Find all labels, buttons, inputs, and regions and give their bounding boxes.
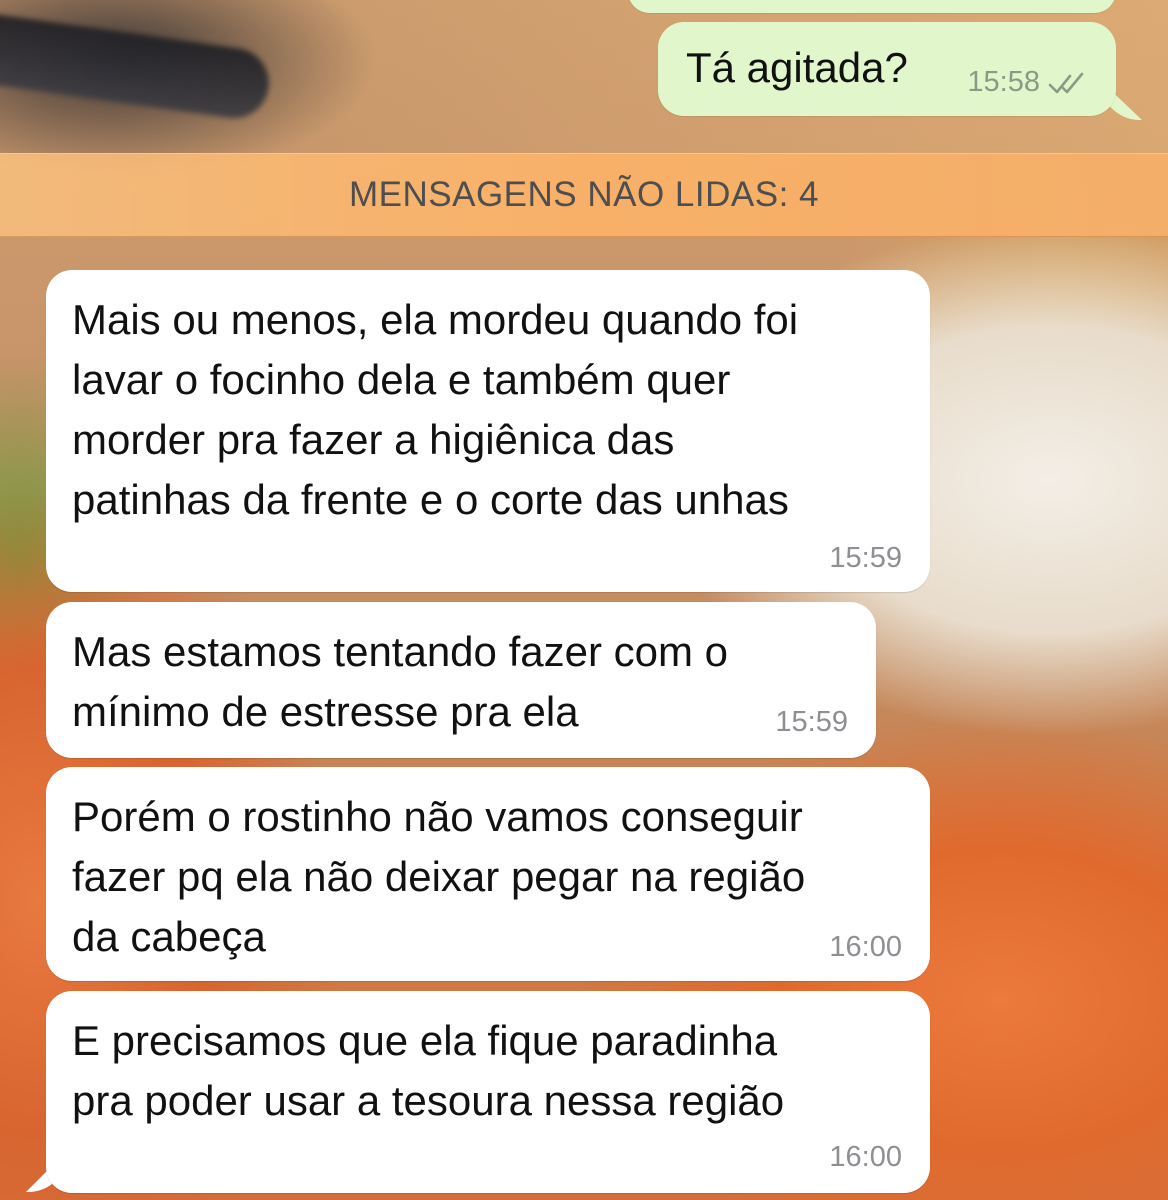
message-text: E precisamos que ela fique paradinha pra…	[72, 1011, 784, 1131]
message-meta: 15:58	[967, 66, 1088, 99]
message-line: Mais ou menos, ela mordeu quando foi	[72, 296, 799, 343]
incoming-message[interactable]: Mais ou menos, ela mordeu quando foi lav…	[46, 270, 930, 592]
unread-messages-banner: MENSAGENS NÃO LIDAS: 4	[0, 153, 1168, 237]
message-line: fazer pq ela não deixar pegar na região	[72, 853, 806, 900]
incoming-message[interactable]: Mas estamos tentando fazer com o mínimo …	[46, 602, 876, 758]
unread-messages-label: MENSAGENS NÃO LIDAS: 4	[348, 175, 820, 214]
message-line: pra poder usar a tesoura nessa região	[72, 1077, 785, 1124]
message-time: 15:59	[775, 706, 848, 738]
double-check-icon	[1048, 72, 1084, 93]
message-text: Mas estamos tentando fazer com o mínimo …	[72, 622, 728, 742]
outgoing-message[interactable]: Tá agitada? 15:58	[658, 22, 1116, 116]
message-line: morder pra fazer a higiênica das	[72, 416, 675, 463]
message-line: Porém o rostinho não vamos conseguir	[72, 793, 803, 840]
message-text: Porém o rostinho não vamos conseguir faz…	[72, 787, 805, 967]
message-line: lavar o focinho dela e também quer	[72, 356, 731, 403]
incoming-message[interactable]: Porém o rostinho não vamos conseguir faz…	[46, 767, 930, 981]
message-line: mínimo de estresse pra ela	[72, 688, 579, 735]
incoming-message[interactable]: E precisamos que ela fique paradinha pra…	[46, 991, 930, 1193]
message-time: 15:59	[829, 542, 902, 574]
message-time: 16:00	[829, 931, 902, 963]
message-text: Tá agitada?	[686, 44, 908, 91]
message-line: Mas estamos tentando fazer com o	[72, 628, 728, 675]
message-line: E precisamos que ela fique paradinha	[72, 1017, 778, 1064]
message-line: da cabeça	[72, 913, 266, 960]
message-time: 15:58	[967, 66, 1040, 98]
message-time: 16:00	[829, 1141, 902, 1173]
outgoing-message-partial[interactable]	[628, 0, 1116, 13]
message-text: Mais ou menos, ela mordeu quando foi lav…	[72, 290, 798, 530]
message-line: patinhas da frente e o corte das unhas	[72, 476, 789, 523]
